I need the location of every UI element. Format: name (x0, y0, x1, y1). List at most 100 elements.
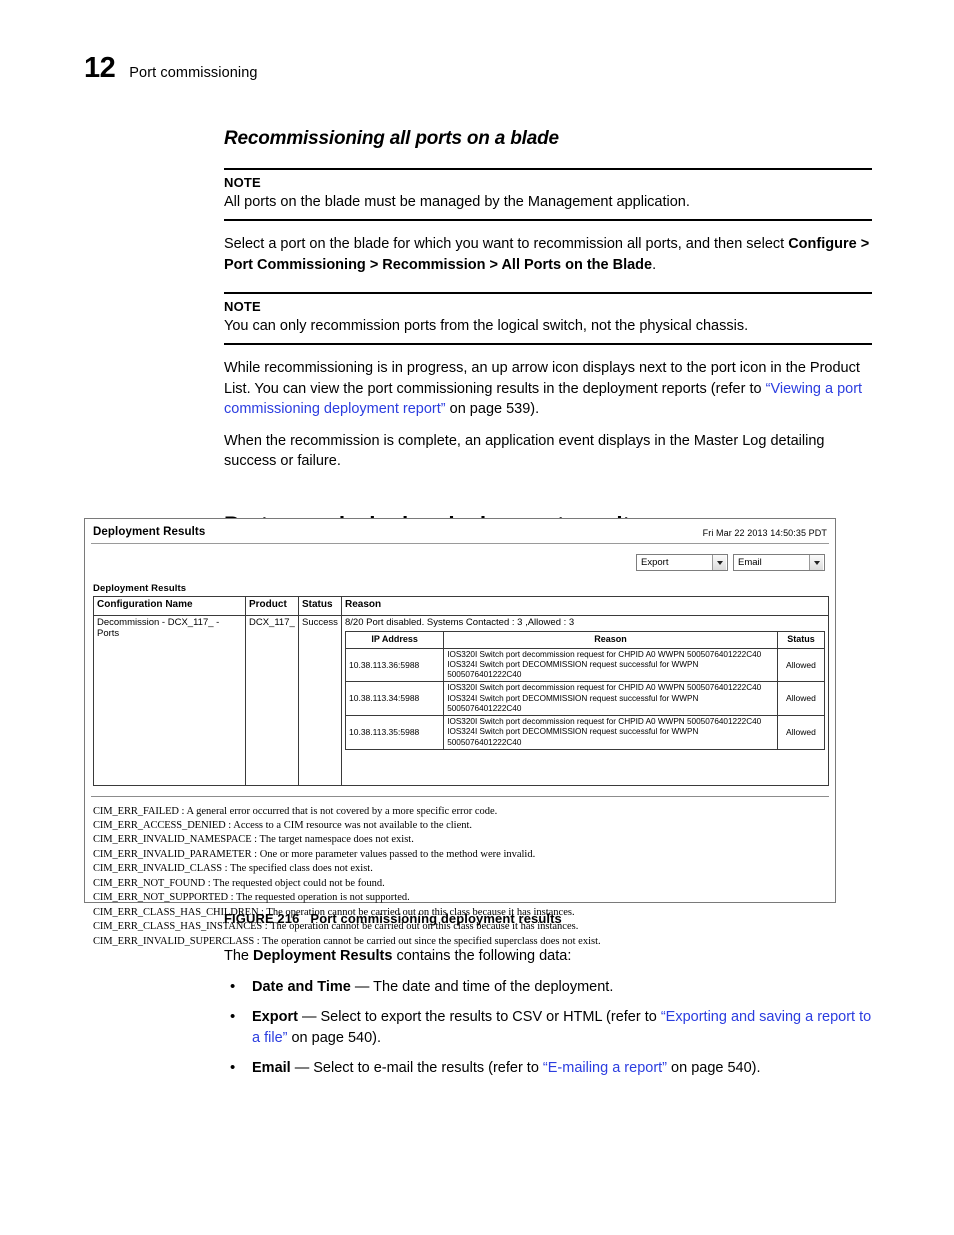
cell-status: Success (298, 614, 342, 786)
cim-error-line: CIM_ERR_NOT_SUPPORTED : The requested op… (93, 891, 835, 905)
deployment-results-table: Configuration Name Product Status Reason… (93, 596, 829, 786)
export-dropdown[interactable]: Export (636, 554, 728, 571)
screenshot-topbar: Deployment Results Fri Mar 22 2013 14:50… (85, 518, 835, 538)
cell-inner-status: Allowed (776, 681, 826, 717)
cell-inner-reason: IOS320I Switch port decommission request… (443, 647, 778, 683)
cell-ip-address: 10.38.113.36:5988 (344, 647, 445, 683)
cim-error-code: CIM_ERR_FAILED (93, 805, 179, 817)
column-header-inner-status: Status (776, 631, 826, 649)
cell-inner-reason: IOS320I Switch port decommission request… (443, 681, 778, 717)
reason-detail-table: IP Address Reason Status 10.38.113.36:59… (344, 631, 826, 750)
reason-line-2: IOS324I Switch port DECOMMISSION request… (447, 727, 699, 747)
reason-summary-text: 8/20 Port disabled. Systems Contacted : … (345, 616, 575, 628)
column-header-product: Product (245, 596, 299, 616)
column-header-configuration-name: Configuration Name (93, 596, 246, 616)
select-port-lead: Select a port on the blade for which you… (224, 236, 789, 252)
trailing-content: The Deployment Results contains the foll… (224, 946, 872, 1079)
screenshot-title: Deployment Results (93, 526, 206, 538)
table-row: 10.38.113.36:5988 IOS320I Switch port de… (344, 647, 826, 683)
paragraph-select-port: Select a port on the blade for which you… (224, 234, 872, 275)
cell-configuration-name: Decommission - DCX_117_ - Ports (93, 614, 246, 786)
email-dropdown[interactable]: Email (733, 554, 825, 571)
note-block-1: NOTE All ports on the blade must be mana… (224, 168, 872, 221)
deployment-results-window: Deployment Results Fri Mar 22 2013 14:50… (84, 518, 836, 947)
figure-number: FIGURE 216 (224, 911, 300, 926)
reason-line-1: IOS320I Switch port decommission request… (447, 649, 762, 659)
intro-post: contains the following data: (392, 948, 572, 964)
cim-error-code: CIM_ERR_INVALID_PARAMETER (93, 848, 252, 860)
paragraph-progress: While recommissioning is in progress, an… (224, 358, 872, 420)
cim-error-code: CIM_ERR_NOT_SUPPORTED (93, 892, 228, 904)
note-text-1: All ports on the blade must be managed b… (224, 194, 690, 210)
cell-ip-address: 10.38.113.35:5988 (344, 715, 445, 750)
bullet-term: Email (252, 1060, 291, 1077)
bullet-term: Export (252, 1009, 298, 1026)
note-label-1: NOTE (224, 175, 261, 190)
list-item: Export — Select to export the results to… (224, 1006, 872, 1048)
cim-error-code: CIM_ERR_ACCESS_DENIED (93, 819, 226, 831)
table-row: 10.38.113.35:5988 IOS320I Switch port de… (344, 715, 826, 750)
cim-error-legend: CIM_ERR_FAILED : A general error occurre… (93, 805, 835, 950)
note-label-2: NOTE (224, 299, 261, 315)
reason-line-2: IOS324I Switch port DECOMMISSION request… (447, 659, 699, 680)
screenshot-controls: Export Email (85, 544, 835, 571)
cim-error-line: CIM_ERR_INVALID_NAMESPACE : The target n… (93, 833, 835, 847)
bullet-sep: — (290, 1060, 314, 1077)
results-table-label: Deployment Results (93, 583, 187, 594)
paragraph-complete: When the recommission is complete, an ap… (224, 432, 825, 470)
email-dropdown-value: Email (738, 557, 762, 568)
main-content: Recommissioning all ports on a blade NOT… (224, 128, 872, 538)
cim-error-desc: : Access to a CIM resource was not avail… (225, 819, 473, 831)
intro-bold: Deployment Results (253, 948, 393, 964)
reason-line-1: IOS320I Switch port decommission request… (447, 683, 762, 693)
cim-error-desc: : The requested operation is not support… (227, 892, 410, 904)
cim-error-line: CIM_ERR_FAILED : A general error occurre… (93, 805, 835, 819)
chevron-down-icon[interactable] (712, 555, 726, 570)
column-header-inner-reason: Reason (443, 631, 778, 649)
cim-error-code: CIM_ERR_INVALID_NAMESPACE (93, 834, 252, 846)
column-header-status: Status (298, 596, 342, 616)
cell-inner-status: Allowed (776, 715, 826, 750)
table-header-row: Configuration Name Product Status Reason (93, 596, 829, 616)
page-running-header: 12 Port commissioning (84, 52, 258, 85)
list-item: Date and Time — The date and time of the… (224, 976, 872, 998)
note-block-2: NOTE You can only recommission ports fro… (224, 292, 872, 346)
table-bottom-divider (91, 795, 829, 797)
chevron-down-icon[interactable] (809, 555, 823, 570)
table-row: 10.38.113.34:5988 IOS320I Switch port de… (344, 681, 826, 717)
figure-screenshot-wrapper: Deployment Results Fri Mar 22 2013 14:50… (84, 518, 836, 947)
inner-table-header-row: IP Address Reason Status (344, 631, 826, 649)
cross-reference-link-emailing-report[interactable]: “E-mailing a report” (543, 1060, 667, 1076)
cell-inner-status: Allowed (776, 647, 826, 683)
bullet-term: Date and Time (252, 978, 351, 995)
cim-error-desc: : The specified class does not exist. (221, 863, 373, 875)
bullet-text: Select to e-mail the results (refer to (313, 1060, 543, 1077)
figure-caption-text: Port commissioning deployment results (310, 911, 562, 926)
running-head-title: Port commissioning (129, 65, 258, 81)
section-heading: Recommissioning all ports on a blade (224, 128, 559, 149)
cim-error-line: CIM_ERR_INVALID_CLASS : The specified cl… (93, 862, 835, 876)
bullet-sep: — (297, 1009, 321, 1026)
cim-error-code: CIM_ERR_NOT_FOUND (93, 877, 206, 889)
deployment-results-bullet-list: Date and Time — The date and time of the… (224, 976, 872, 1079)
list-item: Email — Select to e-mail the results (re… (224, 1057, 872, 1079)
cim-error-line: CIM_ERR_NOT_FOUND : The requested object… (93, 877, 835, 891)
intro-pre: The (224, 948, 254, 964)
cell-inner-reason: IOS320I Switch port decommission request… (443, 715, 778, 750)
bullet-text: The date and time of the deployment. (373, 978, 614, 995)
bullet-text: Select to export the results to CSV or H… (320, 1009, 661, 1026)
bullet-text-tail: on page 540). (287, 1029, 381, 1046)
reason-line-1: IOS320I Switch port decommission request… (447, 717, 762, 727)
progress-text-part2: on page 539). (445, 401, 540, 418)
cell-reason: 8/20 Port disabled. Systems Contacted : … (341, 614, 829, 786)
cim-error-desc: : One or more parameter values passed to… (251, 848, 536, 860)
cim-error-code: CIM_ERR_INVALID_CLASS (93, 863, 222, 875)
column-header-ip-address: IP Address (344, 631, 445, 649)
cim-error-desc: : The requested object could not be foun… (205, 877, 385, 889)
reason-line-2: IOS324I Switch port DECOMMISSION request… (447, 693, 699, 713)
deployment-results-intro: The Deployment Results contains the foll… (224, 946, 872, 967)
screenshot-timestamp: Fri Mar 22 2013 14:50:35 PDT (702, 528, 827, 538)
progress-text-part1: While recommissioning is in progress, an… (224, 360, 860, 397)
cell-ip-address: 10.38.113.34:5988 (344, 681, 445, 717)
column-header-reason: Reason (341, 596, 829, 616)
